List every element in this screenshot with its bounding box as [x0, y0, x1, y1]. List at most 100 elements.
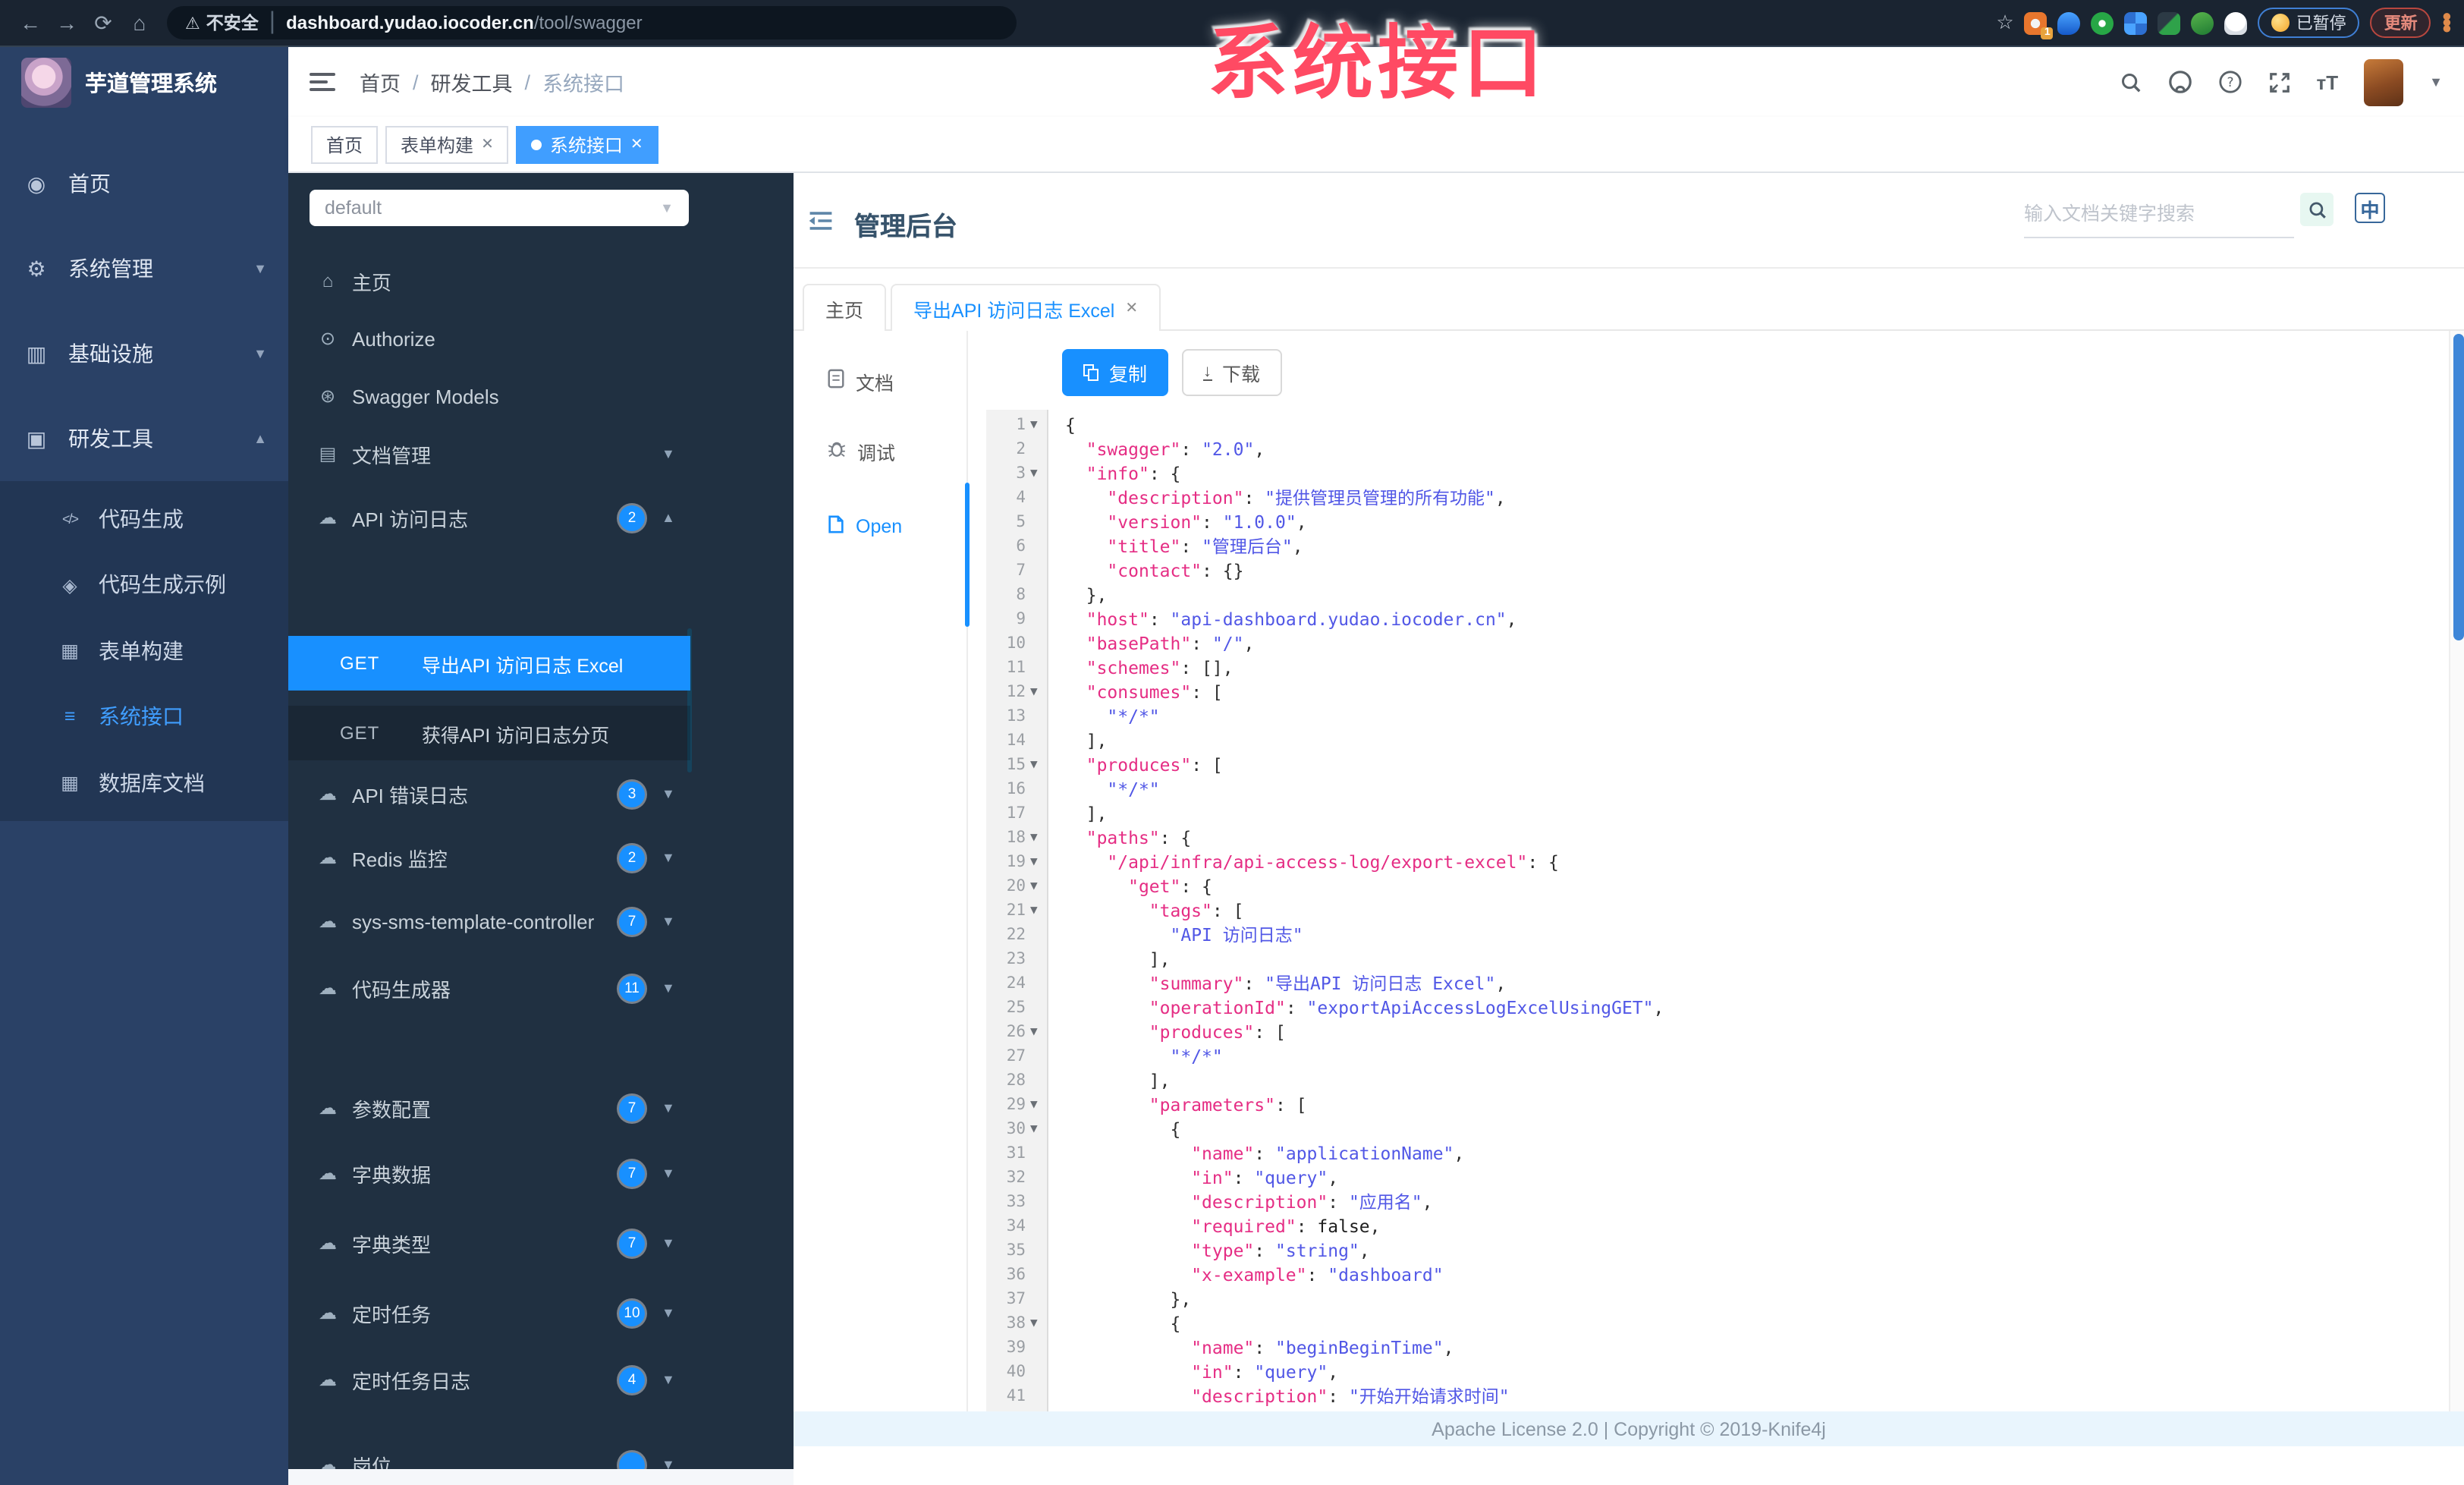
- api-menu-item-2[interactable]: ⊛ Swagger Models: [288, 370, 690, 422]
- extension-icon-dark-green[interactable]: [2158, 11, 2181, 34]
- search-icon[interactable]: [2120, 71, 2142, 93]
- breadcrumb-item-0[interactable]: 首页: [360, 67, 401, 97]
- chevron-down-icon[interactable]: ▼: [662, 1166, 675, 1181]
- fold-arrow-icon[interactable]: ▼: [1030, 874, 1038, 898]
- api-menu2-item-6[interactable]: ☁ 字典类型 7 ▼: [288, 1217, 690, 1269]
- extension-icon-puzzle[interactable]: [2224, 11, 2248, 34]
- menu-fold-icon[interactable]: [807, 209, 834, 240]
- side-tab-open[interactable]: Open: [794, 501, 966, 552]
- breadcrumb-item-1[interactable]: 研发工具: [431, 67, 513, 97]
- fold-arrow-icon[interactable]: ▼: [1030, 898, 1038, 923]
- browser-menu-icon[interactable]: ● ● ●: [2442, 8, 2452, 37]
- api-menu2-item-4[interactable]: ☁ 参数配置 7 ▼: [288, 1082, 690, 1134]
- code-line: 27 "*/*": [986, 1044, 2446, 1068]
- extension-icon-leaf[interactable]: [2191, 11, 2214, 34]
- sidebar-subitem-0[interactable]: </> 代码生成: [0, 486, 288, 552]
- chevron-down-icon[interactable]: ▼: [662, 914, 675, 929]
- fold-arrow-icon[interactable]: ▼: [1030, 1117, 1038, 1141]
- close-icon[interactable]: ✕: [630, 136, 643, 153]
- chevron-down-icon[interactable]: ▼: [662, 786, 675, 801]
- sidebar-item-0[interactable]: ◉ 首页: [0, 141, 288, 226]
- github-icon[interactable]: [2168, 70, 2192, 94]
- api-menu-item-3[interactable]: ▤ 文档管理 ▼: [288, 428, 690, 480]
- address-bar[interactable]: ⚠ 不安全 | dashboard.yudao.iocoder.cn /tool…: [167, 6, 1017, 39]
- tag-tab-0[interactable]: 首页: [311, 125, 379, 163]
- sidebar-collapse-icon[interactable]: [310, 73, 335, 91]
- api-menu2-item-3[interactable]: ☁ 代码生成器 11 ▼: [288, 962, 690, 1014]
- api-menu-item-4[interactable]: ☁ API 访问日志 2 ▲: [288, 492, 690, 543]
- font-size-icon[interactable]: тT: [2317, 71, 2339, 93]
- chevron-up-icon[interactable]: ▲: [662, 510, 675, 525]
- sidebar-subitem-3[interactable]: ≡ 系统接口: [0, 684, 288, 750]
- close-icon[interactable]: ✕: [481, 136, 494, 153]
- fold-arrow-icon[interactable]: ▼: [1030, 850, 1038, 874]
- extension-icon-blue-drop[interactable]: [2057, 11, 2081, 34]
- language-toggle[interactable]: 中: [2355, 193, 2385, 223]
- api-menu2-item-9[interactable]: ☁ 岗位 ▼: [288, 1439, 690, 1469]
- code-editor[interactable]: 1 ▼{2 "swagger": "2.0", 3 ▼ "info": {4 "des…: [986, 410, 2446, 1411]
- help-icon[interactable]: ?: [2218, 70, 2242, 94]
- api-menu2-item-0[interactable]: ☁ API 错误日志 3 ▼: [288, 768, 690, 820]
- fold-arrow-icon[interactable]: ▼: [1030, 1093, 1038, 1117]
- download-button[interactable]: ↓ 下载: [1182, 349, 1282, 396]
- bookmark-star-icon[interactable]: ☆: [1996, 11, 2013, 35]
- chevron-down-icon[interactable]: ▼: [662, 1305, 675, 1320]
- close-icon[interactable]: ✕: [1125, 300, 1138, 316]
- home-icon[interactable]: ⌂: [121, 11, 158, 35]
- app-logo-row[interactable]: 芋道管理系统: [0, 47, 288, 117]
- chevron-down-icon[interactable]: ▼: [662, 1235, 675, 1251]
- fold-arrow-icon[interactable]: ▼: [1030, 1020, 1038, 1044]
- fold-arrow-icon[interactable]: ▼: [1030, 753, 1038, 777]
- forward-icon[interactable]: →: [49, 11, 85, 35]
- fold-arrow-icon[interactable]: ▼: [1030, 1311, 1038, 1336]
- api-menu-item-0[interactable]: ⌂ 主页: [288, 255, 690, 307]
- chevron-down-icon[interactable]: ▼: [662, 1457, 675, 1469]
- doc-tab-1[interactable]: 导出API 访问日志 Excel ✕: [891, 284, 1161, 331]
- copy-button[interactable]: 复制: [1062, 349, 1169, 396]
- editor-scrollbar[interactable]: [2449, 331, 2464, 1411]
- extension-icon-blue-grid[interactable]: [2124, 11, 2148, 34]
- api-menu2-item-5[interactable]: ☁ 字典数据 7 ▼: [288, 1147, 690, 1199]
- fold-arrow-icon[interactable]: ▼: [1030, 680, 1038, 704]
- sidebar-item-2[interactable]: ▥ 基础设施 ▼: [0, 311, 288, 396]
- sidebar-item-1[interactable]: ⚙ 系统管理 ▼: [0, 226, 288, 311]
- extension-icon-green-circle[interactable]: [2091, 11, 2114, 34]
- api-operation-0[interactable]: GET 导出API 访问日志 Excel: [288, 636, 690, 691]
- api-menu2-item-1[interactable]: ☁ Redis 监控 2 ▼: [288, 832, 690, 883]
- editor-scrollbar-thumb[interactable]: [2453, 334, 2463, 640]
- chevron-down-icon[interactable]: ▼: [662, 1100, 675, 1115]
- fold-arrow-icon[interactable]: ▼: [1030, 413, 1038, 437]
- reload-icon[interactable]: ⟳: [85, 10, 121, 36]
- api-menu2-item-2[interactable]: ☁ sys-sms-template-controller 7 ▼: [288, 895, 690, 947]
- sidebar-subitem-1[interactable]: ◈ 代码生成示例: [0, 552, 288, 618]
- fold-arrow-icon[interactable]: ▼: [1030, 461, 1038, 486]
- sidebar-subitem-4[interactable]: ▦ 数据库文档: [0, 750, 288, 816]
- security-label[interactable]: 不安全: [206, 11, 259, 35]
- side-tab-调试[interactable]: 调试: [794, 425, 966, 477]
- tag-tab-1[interactable]: 表单构建 ✕: [385, 125, 509, 163]
- api-menu2-item-8[interactable]: ☁ 定时任务日志 4 ▼: [288, 1354, 690, 1405]
- sidebar-item-3[interactable]: ▣ 研发工具 ▲: [0, 396, 288, 481]
- fullscreen-icon[interactable]: [2268, 71, 2291, 93]
- sidebar-subitem-2[interactable]: ▦ 表单构建: [0, 618, 288, 684]
- user-avatar[interactable]: [2364, 58, 2404, 105]
- api-menu2-item-7[interactable]: ☁ 定时任务 10 ▼: [288, 1287, 690, 1339]
- doc-tab-0[interactable]: 主页: [803, 284, 887, 331]
- tag-tab-2[interactable]: 系统接口 ✕: [516, 125, 658, 163]
- side-tab-文档[interactable]: 文档: [794, 355, 966, 407]
- api-group-select[interactable]: default ▼: [310, 190, 689, 226]
- doc-search-input[interactable]: 输入文档关键字搜索: [2024, 197, 2294, 238]
- chevron-down-icon[interactable]: ▼: [662, 446, 675, 461]
- doc-search-icon[interactable]: [2300, 193, 2334, 226]
- chevron-down-icon[interactable]: ▼: [2429, 74, 2443, 90]
- api-menu-item-1[interactable]: ⊙ Authorize: [288, 313, 690, 364]
- fold-arrow-icon[interactable]: ▼: [1030, 826, 1038, 850]
- api-operation-1[interactable]: GET 获得API 访问日志分页: [288, 706, 690, 760]
- chevron-down-icon[interactable]: ▼: [662, 980, 675, 996]
- chevron-down-icon[interactable]: ▼: [662, 850, 675, 865]
- chevron-down-icon[interactable]: ▼: [662, 1372, 675, 1387]
- profile-paused-pill[interactable]: 已暂停: [2258, 8, 2360, 38]
- back-icon[interactable]: ←: [12, 11, 49, 35]
- update-button[interactable]: 更新: [2370, 8, 2431, 38]
- extension-icon-orange[interactable]: 1: [2024, 11, 2054, 39]
